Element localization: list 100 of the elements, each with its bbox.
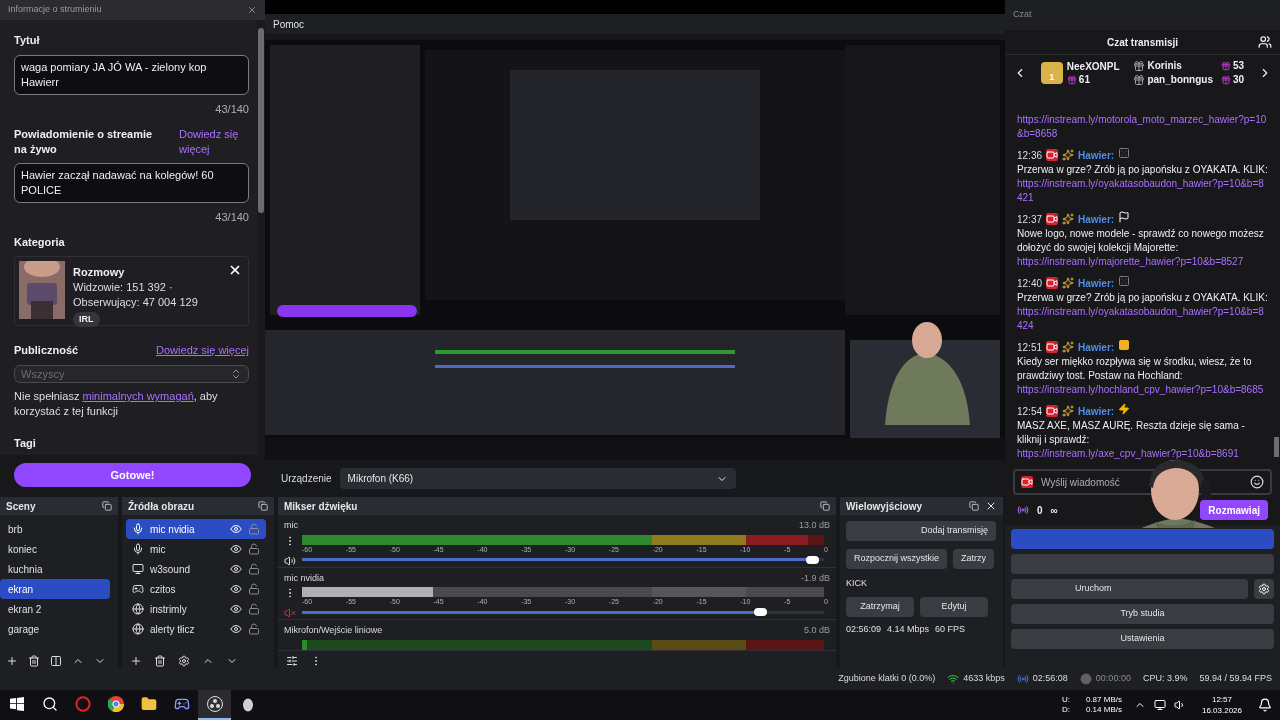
visibility-icon[interactable] (230, 543, 242, 555)
chat-username[interactable]: Hawier: (1078, 149, 1115, 163)
source-item[interactable]: instrimly (126, 599, 266, 619)
title-field[interactable]: waga pomiary JA JÓ WA - zielony kop Hawierr (14, 54, 249, 95)
chat-link[interactable]: https://instream.ly/motorola_moto_marzec_hawier?p=10&b=8658 (1017, 113, 1268, 141)
notification-field[interactable]: Hawier zaczął nadawać na kolegów! 60 POLICE (14, 163, 249, 203)
volume-slider[interactable] (302, 554, 824, 565)
gift-rank-badge: 1 (1040, 62, 1063, 84)
volume-slider[interactable] (302, 607, 824, 617)
float-icon[interactable] (969, 501, 979, 511)
ring-icon[interactable] (74, 696, 91, 712)
source-item[interactable]: mic nvidia (126, 519, 266, 539)
character-counter: 43/140 (215, 210, 249, 225)
download-speed: 0.14 MB/s (1085, 705, 1122, 715)
chat-username[interactable]: Hawier: (1078, 213, 1115, 227)
folder-icon[interactable] (140, 696, 157, 712)
chat-send-button[interactable]: Rozmawiaj (1200, 500, 1268, 520)
add-icon[interactable] (130, 654, 142, 667)
stop-button[interactable]: Zatrzymaj (846, 596, 914, 617)
float-icon[interactable] (102, 501, 112, 511)
unlock-icon[interactable] (248, 563, 260, 575)
start-button[interactable] (1011, 529, 1274, 549)
learn-more-link[interactable]: Dowiedz się więcej (179, 127, 249, 157)
done-button[interactable]: Gotowe! (14, 463, 251, 487)
settings-icon[interactable] (178, 654, 190, 667)
source-item[interactable]: mic (126, 539, 266, 559)
message-time: 12:51 (1017, 341, 1043, 355)
chat-link[interactable]: https://instream.ly/hochland_cpv_hawier?p=10&b=8685 (1017, 383, 1264, 397)
speaker-icon[interactable] (284, 554, 296, 567)
unlock-icon[interactable] (248, 603, 260, 615)
muted-icon[interactable] (284, 607, 296, 619)
character-counter: 43/140 (215, 101, 249, 117)
add-icon[interactable] (6, 654, 18, 667)
chat-username[interactable]: Hawier: (1078, 405, 1115, 419)
scene-item[interactable]: kuchnia (0, 559, 110, 579)
device-select[interactable]: Mikrofon (K66) (339, 468, 736, 489)
chat-link[interactable]: https://instream.ly/axe_cpv_hawier?p=10&b=8691 (1017, 447, 1239, 461)
scene-item[interactable]: ekran 2 (0, 599, 110, 619)
scene-item[interactable]: brb (0, 519, 110, 539)
field-label: Publiczność (14, 343, 79, 358)
scene-item[interactable]: koniec (0, 539, 110, 559)
control-button[interactable]: Ustawienia (1011, 629, 1274, 649)
add-stream-button[interactable]: Dodaj transmisję (846, 521, 996, 541)
windows-icon[interactable] (9, 697, 24, 711)
edit-button[interactable]: Edytuj (920, 596, 988, 617)
record-app-icon[interactable] (206, 696, 223, 712)
clock-date[interactable]: 16.03.2026 (1201, 705, 1242, 716)
float-icon[interactable] (820, 501, 830, 511)
requirements-link[interactable]: minimalnych wymagań (82, 390, 194, 402)
source-item[interactable]: alerty tłicz (126, 619, 266, 639)
source-item[interactable]: w3sound (126, 559, 266, 579)
close-icon[interactable] (985, 500, 997, 512)
upload-label: U: (1061, 695, 1070, 705)
upload-speed: 0.87 MB/s (1085, 695, 1122, 705)
search-icon[interactable] (41, 696, 58, 712)
advanced-settings-icon[interactable] (286, 654, 298, 667)
start-all-button[interactable]: Rozpocznij wszystkie (846, 549, 948, 569)
notifications-icon[interactable] (1258, 698, 1272, 712)
delete-icon[interactable] (28, 654, 40, 667)
chat-username[interactable]: Hawier: (1078, 277, 1115, 291)
camera-badge-icon (1046, 213, 1059, 225)
unlock-icon[interactable] (248, 623, 260, 635)
chat-link[interactable]: https://instream.ly/oyakatasobaudon_hawier?p=10&b=8421 (1017, 177, 1268, 205)
slider-thumb[interactable] (805, 555, 819, 564)
users-icon[interactable] (1258, 35, 1272, 49)
microphone-icon (132, 543, 144, 555)
volume-icon[interactable] (1173, 699, 1186, 711)
chat-link[interactable]: https://instream.ly/majorette_hawier?p=10&b=8527 (1017, 255, 1244, 269)
control-button[interactable]: Tryb studia (1011, 604, 1274, 624)
source-item[interactable]: czitos (126, 579, 266, 599)
unlock-icon[interactable] (248, 543, 260, 555)
clock-time[interactable]: 12:57 (1211, 694, 1232, 705)
unlock-icon[interactable] (248, 583, 260, 595)
slider-thumb[interactable] (753, 608, 767, 616)
field-label: Tagi (14, 436, 37, 451)
visibility-icon[interactable] (230, 623, 242, 635)
stop-all-button[interactable]: Zatrzy (953, 549, 995, 569)
visibility-icon[interactable] (230, 563, 242, 575)
menu-item[interactable]: Pomoc (273, 16, 305, 32)
remove-icon[interactable] (228, 263, 242, 277)
settings-button[interactable] (1254, 579, 1274, 599)
chat-link[interactable]: https://instream.ly/oyakatasobaudon_hawier?p=10&b=8424 (1017, 305, 1268, 333)
delete-icon[interactable] (154, 654, 166, 667)
visibility-icon[interactable] (230, 523, 242, 535)
sparkle-badge-icon (1062, 213, 1075, 225)
learn-more-link[interactable]: Dowiedz się więcej (156, 342, 249, 359)
browser-icon[interactable] (107, 696, 124, 712)
scene-item[interactable]: garage (0, 619, 110, 639)
chat-username[interactable]: Hawier: (1078, 341, 1115, 355)
stream-fps: 60 FPS (935, 622, 966, 636)
network-icon[interactable] (1153, 699, 1166, 711)
emoji-icon[interactable] (1250, 475, 1264, 489)
scene-item[interactable]: ekran (0, 579, 110, 599)
float-icon[interactable] (258, 501, 268, 511)
visibility-icon[interactable] (230, 583, 242, 595)
scrollbar[interactable] (257, 20, 265, 455)
filter-icon[interactable] (50, 654, 62, 667)
taskbar-button[interactable] (198, 690, 231, 720)
visibility-icon[interactable] (230, 603, 242, 615)
control-button[interactable]: Uruchom (1011, 579, 1248, 599)
